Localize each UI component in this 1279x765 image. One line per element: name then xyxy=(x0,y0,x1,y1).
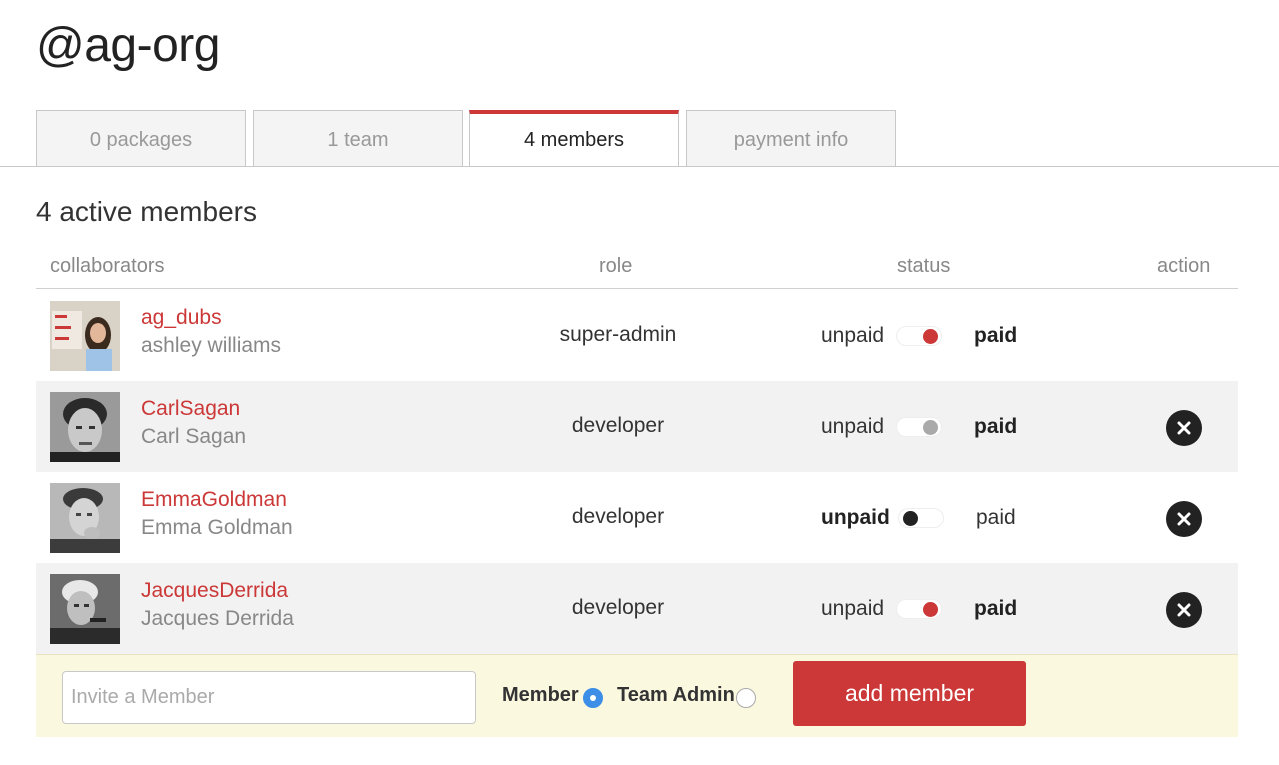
member-row: CarlSagan Carl Sagan developer unpaid pa… xyxy=(36,381,1238,472)
member-username[interactable]: ag_dubs xyxy=(141,306,222,330)
member-role: super-admin xyxy=(559,323,677,346)
member-username[interactable]: CarlSagan xyxy=(141,397,240,421)
toggle-knob xyxy=(923,420,938,435)
table-header: collaborators role status action xyxy=(36,252,1238,289)
paid-status-toggle[interactable] xyxy=(898,508,944,528)
member-role: developer xyxy=(571,596,665,619)
toggle-knob xyxy=(923,329,938,344)
avatar xyxy=(50,483,120,553)
status-paid-label: paid xyxy=(974,415,1018,438)
status-paid-label: paid xyxy=(974,324,1018,347)
header-action: action xyxy=(1157,255,1211,277)
toggle-knob xyxy=(903,511,918,526)
remove-member-button[interactable] xyxy=(1166,501,1202,537)
status-unpaid-label: unpaid xyxy=(821,506,890,529)
member-row: EmmaGoldman Emma Goldman developer unpai… xyxy=(36,472,1238,563)
header-role: role xyxy=(599,255,633,277)
member-row: JacquesDerrida Jacques Derrida developer… xyxy=(36,563,1238,654)
team-admin-role-radio[interactable] xyxy=(736,688,756,708)
tab-teams[interactable]: 1 team xyxy=(253,110,463,167)
paid-status-toggle[interactable] xyxy=(896,326,942,346)
team-admin-role-label: Team Admin xyxy=(617,684,735,706)
tab-packages[interactable]: 0 packages xyxy=(36,110,246,167)
member-username[interactable]: JacquesDerrida xyxy=(141,579,288,603)
member-role-radio[interactable] xyxy=(583,688,603,708)
member-fullname: Emma Goldman xyxy=(141,516,293,539)
invite-member-form: Member Team Admin add member xyxy=(36,654,1238,737)
status-unpaid-label: unpaid xyxy=(821,415,885,438)
status-unpaid-label: unpaid xyxy=(821,597,885,620)
member-fullname: Carl Sagan xyxy=(141,425,247,448)
tab-members[interactable]: 4 members xyxy=(469,110,679,167)
header-status: status xyxy=(897,255,951,277)
remove-member-button[interactable] xyxy=(1166,410,1202,446)
toggle-knob xyxy=(923,602,938,617)
invite-member-input[interactable] xyxy=(62,671,476,724)
member-role: developer xyxy=(571,505,665,528)
tab-payment-info[interactable]: payment info xyxy=(686,110,896,167)
avatar xyxy=(50,574,120,644)
avatar xyxy=(50,392,120,462)
close-icon xyxy=(1177,421,1191,435)
add-member-button[interactable]: add member xyxy=(793,661,1026,726)
status-unpaid-label: unpaid xyxy=(821,324,885,347)
close-icon xyxy=(1177,512,1191,526)
member-row: ag_dubs ashley williams super-admin unpa… xyxy=(36,290,1238,381)
member-username[interactable]: EmmaGoldman xyxy=(141,488,287,512)
header-collaborators: collaborators xyxy=(50,255,165,277)
section-title: 4 active members xyxy=(36,196,257,227)
remove-member-button[interactable] xyxy=(1166,592,1202,628)
member-fullname: Jacques Derrida xyxy=(141,607,294,630)
paid-status-toggle[interactable] xyxy=(896,599,942,619)
status-paid-label: paid xyxy=(976,506,1016,529)
member-role-label: Member xyxy=(502,684,579,706)
org-title: @ag-org xyxy=(36,19,220,72)
avatar xyxy=(50,301,120,371)
member-role: developer xyxy=(571,414,665,437)
paid-status-toggle[interactable] xyxy=(896,417,942,437)
status-paid-label: paid xyxy=(974,597,1018,620)
tabs-divider xyxy=(0,166,1279,167)
close-icon xyxy=(1177,603,1191,617)
member-fullname: ashley williams xyxy=(141,334,282,357)
